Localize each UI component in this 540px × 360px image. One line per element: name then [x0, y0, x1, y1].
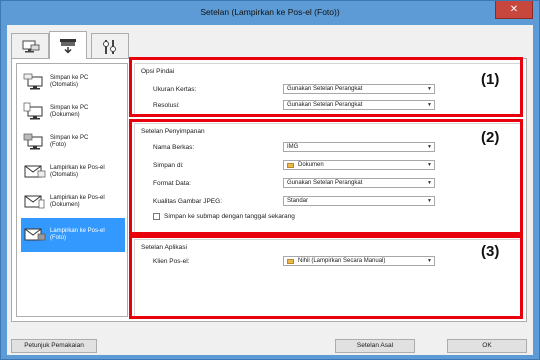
sidebar-item-sublabel: (Dokumen) [50, 112, 80, 118]
sidebar-item-email-photo[interactable]: Lampirkan ke Pos-el (Foto) [21, 218, 125, 252]
instructions-button[interactable]: Petunjuk Pemakaian [11, 339, 97, 353]
tab-general-settings[interactable] [91, 33, 129, 59]
save-to-pc-icon [23, 73, 43, 90]
window-client-area: Simpan ke PC (Otomatis) Simpan ke PC (Doku… [7, 25, 533, 355]
sidebar-item-email-auto[interactable]: Lampirkan ke Pos-el (Otomatis) [21, 158, 125, 186]
sidebar-item-email-document[interactable]: Lampirkan ke Pos-el (Dokumen) [21, 188, 125, 216]
callout-box-1 [129, 57, 523, 117]
general-settings-icon [103, 39, 116, 54]
sidebar-item-sublabel: (Otomatis) [50, 82, 79, 88]
callout-box-3 [129, 235, 523, 319]
scan-from-operation-panel-icon [60, 38, 76, 54]
settings-window: Setelan (Lampirkan ke Pos-el (Foto)) ✕ S… [0, 0, 540, 360]
window-title: Setelan (Lampirkan ke Pos-el (Foto)) [200, 7, 340, 17]
sidebar-item-label: Simpan ke PC [50, 75, 89, 81]
sidebar-item-label: Lampirkan ke Pos-el [50, 195, 105, 201]
email-attach-icon [24, 165, 46, 178]
save-to-pc-icon [23, 102, 43, 120]
sidebar-item-save-pc-photo[interactable]: Simpan ke PC (Foto) [21, 128, 125, 156]
close-icon: ✕ [509, 4, 519, 15]
sidebar-item-sublabel: (Otomatis) [50, 172, 79, 178]
close-button[interactable]: ✕ [495, 1, 533, 19]
callout-box-2 [129, 119, 523, 235]
sidebar-item-label: Simpan ke PC [50, 135, 89, 141]
scan-action-list: Simpan ke PC (Otomatis) Simpan ke PC (Doku… [16, 63, 128, 317]
sidebar-item-sublabel: (Foto) [50, 235, 67, 241]
ok-button[interactable]: OK [447, 339, 527, 353]
sidebar-item-label: Simpan ke PC [50, 105, 89, 111]
email-attach-icon [24, 228, 46, 241]
tab-scan-from-operation-panel[interactable] [49, 31, 87, 59]
save-to-pc-icon [23, 133, 43, 150]
callout-label-1: (1) [481, 71, 500, 88]
callout-label-3: (3) [481, 243, 500, 260]
tab-scan-from-computer[interactable] [11, 33, 49, 59]
scan-from-computer-icon [22, 40, 40, 52]
sidebar-item-label: Lampirkan ke Pos-el [50, 165, 105, 171]
callout-label-2: (2) [481, 129, 500, 146]
sidebar-item-save-pc-document[interactable]: Simpan ke PC (Dokumen) [21, 98, 125, 126]
sidebar-item-label: Lampirkan ke Pos-el [50, 228, 105, 234]
defaults-button[interactable]: Setelan Asal [335, 339, 415, 353]
sidebar-item-save-pc-auto[interactable]: Simpan ke PC (Otomatis) [21, 68, 125, 96]
sidebar-item-sublabel: (Dokumen) [50, 202, 80, 208]
email-attach-icon [24, 195, 45, 209]
sidebar-item-sublabel: (Foto) [50, 142, 67, 148]
